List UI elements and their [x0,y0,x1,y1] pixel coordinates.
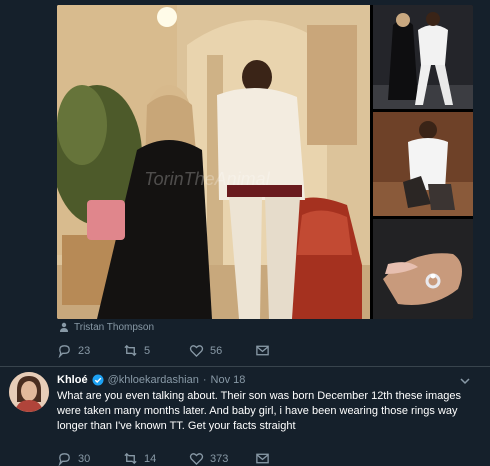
chevron-down-icon[interactable] [458,374,472,388]
tweet-divider [0,366,490,367]
reply-button[interactable]: 30 [57,451,123,466]
tweet-media-grid[interactable]: TorinTheAnimal [57,5,473,319]
reply-count: 23 [78,344,91,357]
media-photo-ring-hand[interactable] [373,219,473,319]
photo-couple-walking-illustration: TorinTheAnimal [57,5,370,319]
avatar-portrait [9,372,49,412]
like-count: 56 [210,344,223,357]
reply-icon [58,345,70,358]
reply-icon [58,453,70,466]
reply-button[interactable]: 23 [57,343,123,358]
reply-tweet-actions-bar: 30 14 373 [57,451,275,466]
user-handle[interactable]: @khloekardashian [108,374,199,386]
photo-tag[interactable]: Tristan Thompson [59,320,154,334]
svg-text:TorinTheAnimal: TorinTheAnimal [144,169,270,189]
share-button[interactable] [255,451,275,466]
tweet-header: Khloé @khloekardashian · Nov 18 [57,374,245,386]
share-mail-icon [256,453,269,464]
media-photo-man-with-bags[interactable] [373,112,473,216]
retweet-button[interactable]: 5 [123,343,189,358]
display-name[interactable]: Khloé [57,374,88,386]
like-icon [189,345,204,358]
avatar[interactable] [9,372,49,412]
tweet-actions-bar: 23 5 56 [57,343,275,358]
retweet-button[interactable]: 14 [123,451,189,466]
like-icon [189,453,204,466]
header-separator: · [202,374,207,386]
person-tag-icon [60,322,68,332]
photo-couple-night-illustration [373,5,473,109]
tweet-date[interactable]: Nov 18 [211,374,246,386]
like-count: 373 [210,452,229,465]
media-photo-couple-walking[interactable]: TorinTheAnimal [57,5,370,319]
like-button[interactable]: 56 [189,343,255,358]
retweet-count: 14 [144,452,157,465]
photo-ring-hand-illustration [373,219,473,319]
like-button[interactable]: 373 [189,451,255,466]
photo-tag-name[interactable]: Tristan Thompson [74,322,154,333]
share-button[interactable] [255,343,275,358]
retweet-count: 5 [144,344,151,357]
media-photo-couple-night[interactable] [373,5,473,109]
reply-count: 30 [78,452,91,465]
share-mail-icon [256,345,269,356]
retweet-icon [124,344,137,357]
photo-man-with-bags-illustration [373,112,473,216]
verified-icon [92,374,104,386]
retweet-icon [124,452,137,465]
tweet-text: What are you even talking about. Their s… [57,390,461,432]
